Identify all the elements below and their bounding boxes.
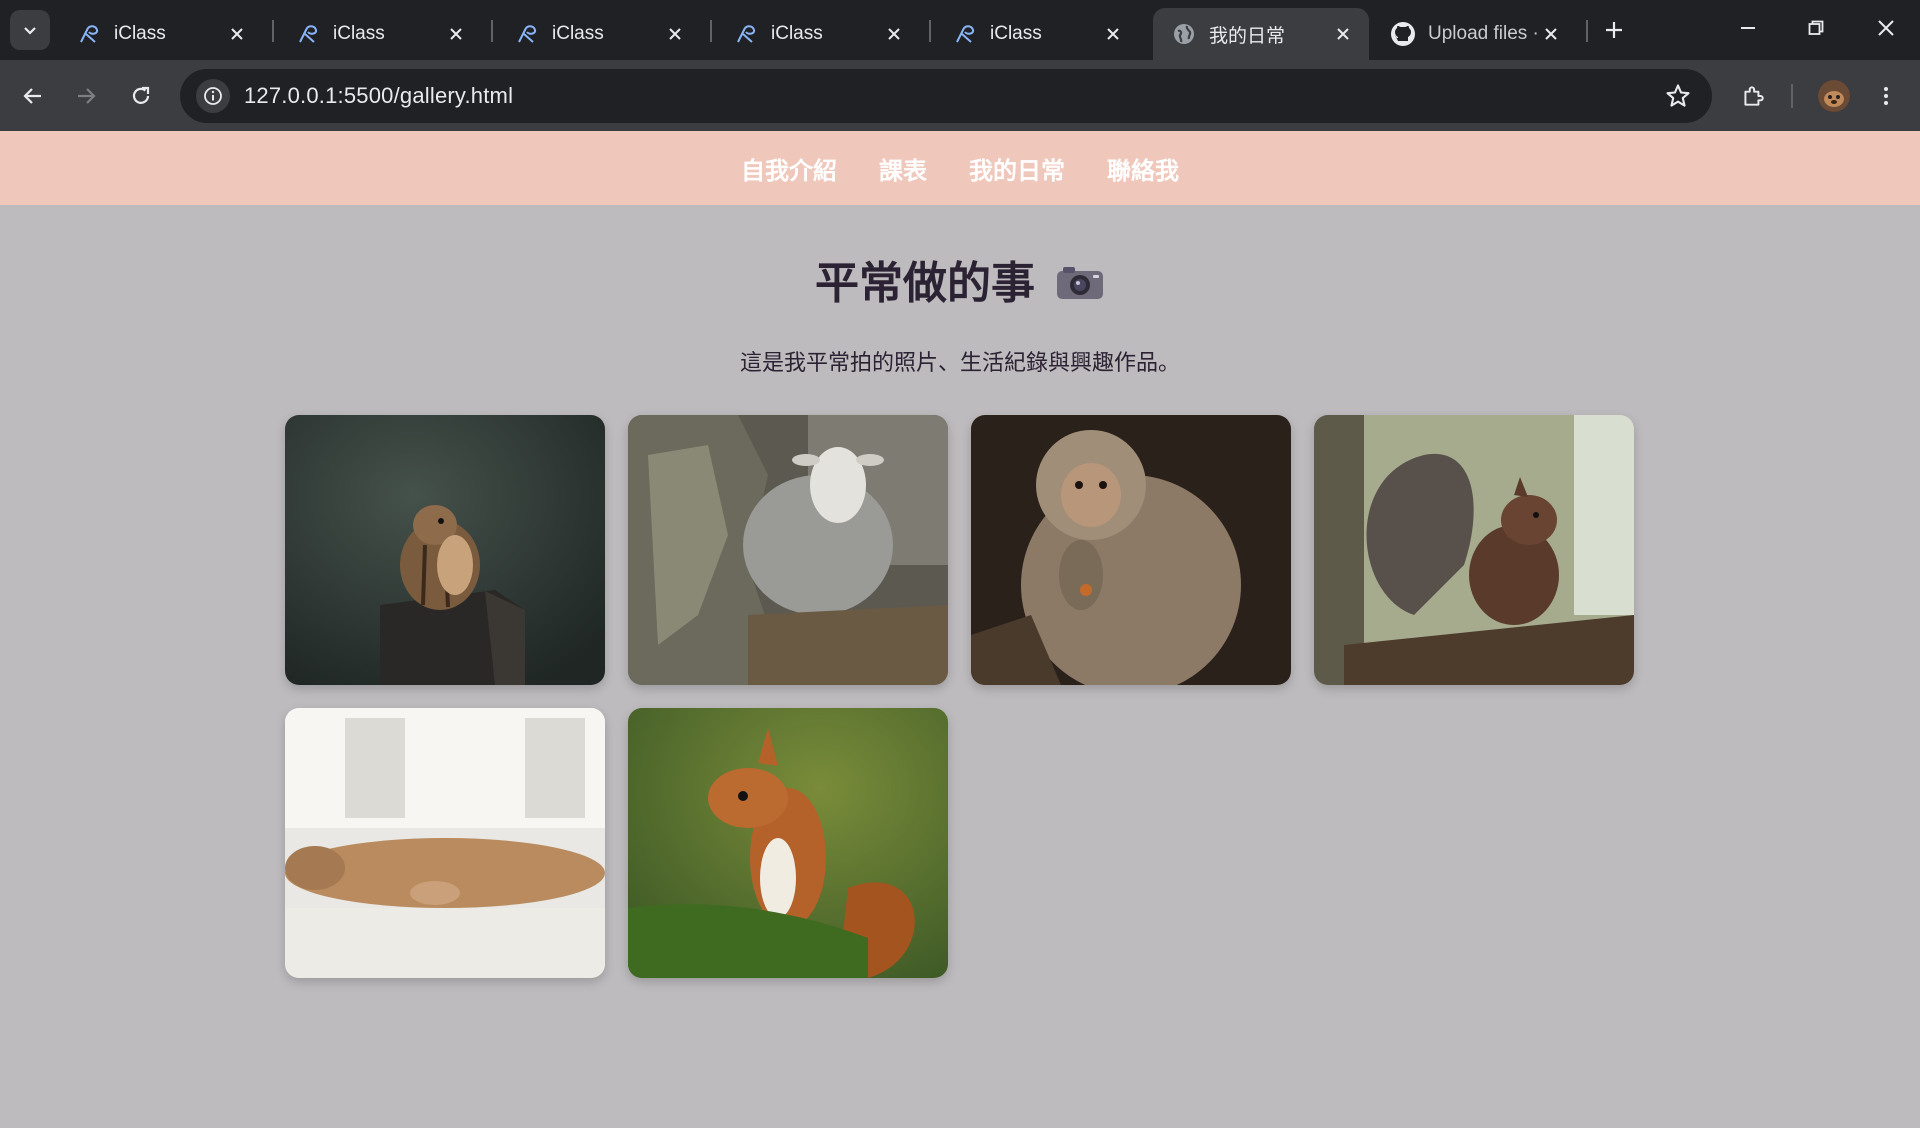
new-tab-button[interactable] — [1598, 14, 1630, 46]
tab-separator — [1586, 20, 1588, 42]
tab-separator — [272, 20, 274, 42]
reload-button[interactable] — [121, 76, 161, 116]
page-title: 平常做的事 — [0, 249, 1920, 309]
close-window-button[interactable] — [1866, 8, 1906, 48]
plus-icon — [1606, 22, 1622, 38]
url-text[interactable]: 127.0.0.1:5500/gallery.html — [244, 83, 513, 109]
more-vert-icon — [1884, 87, 1888, 105]
browser-toolbar: 127.0.0.1:5500/gallery.html — [0, 60, 1920, 131]
iclass-icon — [733, 21, 759, 47]
back-button[interactable] — [13, 76, 53, 116]
iclass-icon — [76, 21, 102, 47]
close-icon[interactable] — [225, 22, 249, 46]
github-icon — [1390, 21, 1416, 47]
restore-icon — [1808, 20, 1824, 35]
tab-title: iClass — [771, 23, 823, 44]
tab-github-upload[interactable]: Upload files · — [1372, 8, 1577, 60]
iclass-icon — [295, 21, 321, 47]
nav-link-contact[interactable]: 聯絡我 — [1107, 151, 1179, 186]
close-icon[interactable] — [1101, 22, 1125, 46]
forward-button[interactable] — [66, 76, 106, 116]
nav-link-daily[interactable]: 我的日常 — [969, 151, 1065, 186]
close-icon[interactable] — [663, 22, 687, 46]
tab-separator — [929, 20, 931, 42]
puzzle-icon — [1744, 86, 1764, 106]
page-title-text: 平常做的事 — [815, 258, 1035, 309]
iclass-icon — [514, 21, 540, 47]
minimize-icon — [1741, 27, 1755, 29]
address-bar[interactable]: 127.0.0.1:5500/gallery.html — [180, 69, 1712, 123]
chipmunk-photo[interactable] — [285, 415, 605, 685]
restore-button[interactable] — [1796, 8, 1836, 48]
nav-link-about[interactable]: 自我介紹 — [741, 151, 837, 186]
tab-iclass-1[interactable]: iClass — [58, 8, 263, 60]
site-nav: 自我介紹 課表 我的日常 聯絡我 — [0, 131, 1920, 205]
tab-title: Upload files · — [1428, 23, 1539, 44]
profile-avatar[interactable] — [1818, 80, 1850, 112]
main-content: 平常做的事 這是我平常拍的照片、生活紀錄與興趣作品。 — [0, 249, 1920, 377]
tab-search-button[interactable] — [10, 10, 50, 50]
page-subtitle: 這是我平常拍的照片、生活紀錄與興趣作品。 — [739, 351, 1180, 376]
nav-link-schedule[interactable]: 課表 — [879, 151, 927, 186]
extensions-button[interactable] — [1733, 76, 1773, 116]
tab-iclass-4[interactable]: iClass — [715, 8, 920, 60]
globe-icon — [1171, 21, 1197, 47]
close-icon[interactable] — [882, 22, 906, 46]
tab-title: iClass — [552, 23, 604, 44]
minimize-button[interactable] — [1728, 8, 1768, 48]
tab-my-daily[interactable]: 我的日常 — [1153, 8, 1369, 60]
monkey-photo[interactable] — [971, 415, 1291, 685]
tab-separator — [491, 20, 493, 42]
tab-separator — [710, 20, 712, 42]
browser-tab-strip: iClass iClass iClass iClass iClass 我的日常 … — [0, 0, 1920, 60]
reload-icon — [132, 86, 150, 104]
tab-title: iClass — [114, 23, 166, 44]
squirrel-photo-1[interactable] — [1314, 415, 1634, 685]
site-info-icon[interactable] — [196, 79, 230, 113]
bookmark-star-icon[interactable] — [1664, 82, 1692, 110]
tab-iclass-5[interactable]: iClass — [934, 8, 1139, 60]
tab-title: iClass — [333, 23, 385, 44]
close-icon[interactable] — [1539, 22, 1563, 46]
close-icon — [1878, 20, 1894, 36]
squirrel-photo-2[interactable] — [628, 708, 948, 978]
arrow-right-icon — [78, 88, 96, 104]
tab-iclass-3[interactable]: iClass — [496, 8, 701, 60]
tab-iclass-2[interactable]: iClass — [277, 8, 482, 60]
tab-title: iClass — [990, 23, 1042, 44]
tab-title: 我的日常 — [1209, 25, 1286, 47]
close-icon[interactable] — [444, 22, 468, 46]
close-icon[interactable] — [1331, 22, 1355, 46]
toolbar-divider — [1791, 84, 1793, 108]
browser-menu-button[interactable] — [1866, 76, 1906, 116]
photo-gallery — [285, 415, 1635, 978]
cat-photo[interactable] — [285, 708, 605, 978]
iclass-icon — [952, 21, 978, 47]
chevron-down-icon — [24, 27, 36, 35]
camera-icon — [1055, 261, 1105, 299]
arrow-left-icon — [23, 88, 41, 104]
sheep-photo[interactable] — [628, 415, 948, 685]
